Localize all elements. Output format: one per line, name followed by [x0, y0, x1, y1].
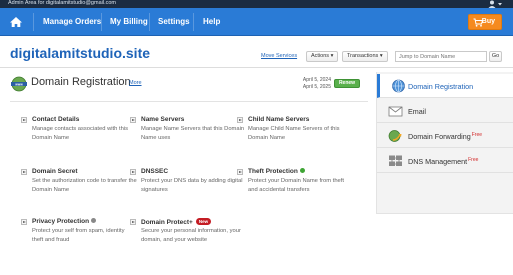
sidebar-item-label: Domain Registration: [408, 82, 474, 91]
sidebar-item-label: DNS ManagementFree: [408, 157, 478, 166]
feature-description: Secure your personal information, your d…: [141, 228, 241, 243]
more-link[interactable]: More: [129, 80, 142, 86]
sidebar-item-label: Email: [408, 107, 426, 116]
feature-title: Child Name Servers: [248, 116, 310, 123]
new-badge: New: [195, 218, 212, 225]
feature-description: Set the authorization code to transfer t…: [32, 178, 137, 193]
feature-title: Name Servers: [141, 116, 185, 123]
move-services-link[interactable]: Move Services: [261, 53, 297, 59]
feature-description: Manage Name Servers that this Domain Nam…: [141, 126, 245, 141]
feature-title: DNSSEC: [141, 168, 169, 175]
registration-date: April 5, 2024: [302, 77, 331, 83]
domain-name-title: digitalamitstudio.site: [10, 45, 151, 61]
header-divider: [0, 67, 513, 68]
feature-description: Protect your Domain Name from theft and …: [248, 178, 345, 193]
go-button[interactable]: Go: [489, 51, 502, 62]
actions-dropdown[interactable]: Actions ▾: [306, 51, 339, 62]
domain-registration-icon: www: [11, 76, 27, 92]
nav-settings[interactable]: Settings: [158, 8, 190, 36]
feature-title: Theft Protection: [248, 168, 305, 175]
sidebar-item-label-text: DNS Management: [408, 157, 468, 166]
arrow-right-icon: [21, 219, 27, 225]
actions-label: Actions: [311, 53, 330, 59]
feature-title-text: Theft Protection: [248, 168, 298, 175]
buy-button[interactable]: Buy: [468, 14, 502, 30]
expiry-date: April 5, 2025: [302, 84, 331, 90]
svg-text:www: www: [14, 82, 23, 86]
feature-title: Contact Details: [32, 116, 80, 123]
forwarding-icon: [388, 130, 402, 142]
arrow-right-icon: [130, 117, 136, 123]
free-tag: Free: [471, 132, 482, 138]
nav-my-billing[interactable]: My Billing: [110, 8, 148, 36]
domain-globe-icon: [392, 79, 405, 93]
panel-divider: [10, 101, 368, 102]
arrow-right-icon: [237, 117, 243, 123]
sidebar-item-label-text: Domain Forwarding: [408, 132, 471, 141]
dropdown-caret-icon: ▾: [379, 53, 383, 59]
buy-label: Buy: [481, 18, 495, 25]
jump-to-domain-input[interactable]: [395, 51, 487, 62]
dropdown-caret-icon: ▾: [330, 53, 334, 59]
arrow-right-icon: [237, 169, 243, 175]
home-icon[interactable]: [9, 15, 23, 29]
nav-separator: [193, 13, 194, 31]
dns-server-icon: [389, 155, 402, 166]
transactions-label: Transactions: [347, 53, 379, 59]
feature-description: Manage Child Name Servers of this Domain…: [248, 126, 340, 141]
sidebar-item-domain-forwarding[interactable]: Domain ForwardingFree: [377, 124, 513, 148]
nav-help[interactable]: Help: [203, 8, 220, 36]
renew-button[interactable]: Renew: [334, 79, 360, 88]
cart-icon: [473, 18, 483, 27]
nav-separator: [149, 13, 150, 31]
user-menu-icon[interactable]: [487, 0, 503, 8]
nav-manage-orders[interactable]: Manage Orders: [43, 8, 101, 36]
sidebar-item-label: Domain ForwardingFree: [408, 132, 482, 141]
feature-title-text: Domain Protect+: [141, 219, 193, 226]
product-sidebar: Domain Registration Email Domain Forward…: [376, 72, 513, 214]
status-inactive-icon: [91, 218, 97, 223]
admin-area-text: Admin Area for digitalamitstudio@gmail.c…: [8, 0, 116, 6]
feature-description: Protect your DNS data by adding digital …: [141, 178, 243, 193]
arrow-right-icon: [21, 117, 27, 123]
feature-title: Domain Protect+ New: [141, 218, 212, 226]
sidebar-item-email[interactable]: Email: [377, 99, 513, 123]
feature-description: Manage contacts associated with this Dom…: [32, 126, 129, 141]
feature-title-text: Privacy Protection: [32, 218, 90, 225]
free-tag: Free: [468, 157, 479, 163]
transactions-dropdown[interactable]: Transactions ▾: [342, 51, 388, 62]
sidebar-item-dns-management[interactable]: DNS ManagementFree: [377, 149, 513, 173]
admin-strip: Admin Area for digitalamitstudio@gmail.c…: [0, 0, 513, 8]
arrow-right-icon: [130, 169, 136, 175]
nav-separator: [33, 13, 34, 31]
nav-separator: [101, 13, 102, 31]
feature-title: Privacy Protection: [32, 218, 97, 225]
registration-dates: April 5, 2024 April 5, 2025: [290, 77, 331, 91]
arrow-right-icon: [130, 219, 136, 225]
envelope-icon: [388, 106, 403, 117]
main-navbar: Manage Orders My Billing Settings Help B…: [0, 8, 513, 36]
feature-title: Domain Secret: [32, 168, 78, 175]
arrow-right-icon: [21, 169, 27, 175]
feature-description: Protect your self from spam, identity th…: [32, 228, 125, 243]
product-title: Domain Registration: [31, 76, 131, 88]
sidebar-item-domain-registration[interactable]: Domain Registration: [377, 74, 513, 98]
status-active-icon: [299, 168, 305, 173]
